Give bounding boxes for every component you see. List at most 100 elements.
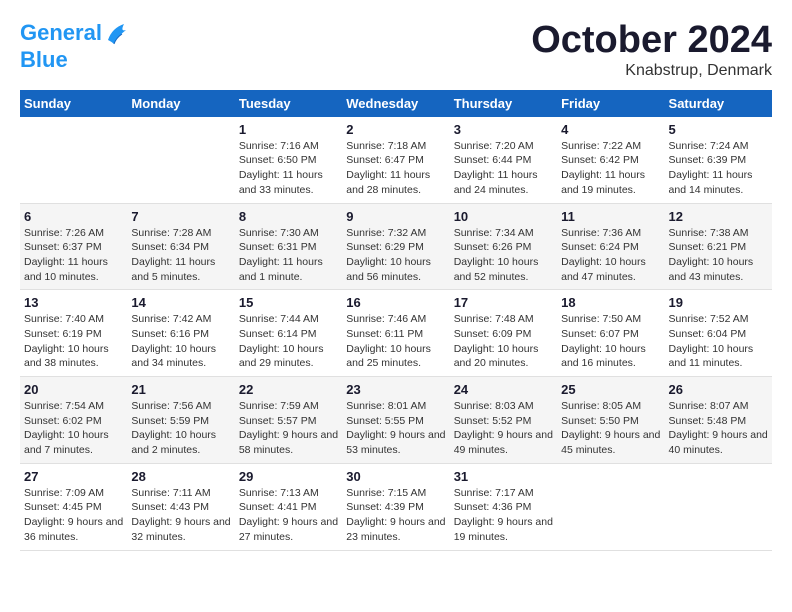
calendar-cell: 6 Sunrise: 7:26 AMSunset: 6:37 PMDaylight… <box>20 203 127 290</box>
logo-general: General <box>20 20 102 45</box>
day-info: Sunrise: 7:28 AMSunset: 6:34 PMDaylight:… <box>131 226 230 285</box>
day-info: Sunrise: 8:03 AMSunset: 5:52 PMDaylight:… <box>454 399 553 458</box>
calendar-cell: 16Sunrise: 7:46 AMSunset: 6:11 PMDayligh… <box>342 290 449 377</box>
day-info: Sunrise: 7:56 AMSunset: 5:59 PMDaylight:… <box>131 399 230 458</box>
day-info: Sunrise: 8:05 AMSunset: 5:50 PMDaylight:… <box>561 399 660 458</box>
day-info: Sunrise: 7:44 AMSunset: 6:14 PMDaylight:… <box>239 312 338 371</box>
calendar-cell: 4 Sunrise: 7:22 AMSunset: 6:42 PMDaylight… <box>557 117 664 203</box>
calendar-week-row: 1 Sunrise: 7:16 AMSunset: 6:50 PMDaylight… <box>20 117 772 203</box>
day-number: 11 <box>561 209 660 224</box>
day-info: Sunrise: 7:30 AMSunset: 6:31 PMDaylight:… <box>239 226 338 285</box>
calendar-week-row: 6 Sunrise: 7:26 AMSunset: 6:37 PMDaylight… <box>20 203 772 290</box>
calendar-cell: 27Sunrise: 7:09 AMSunset: 4:45 PMDayligh… <box>20 463 127 550</box>
header-day-wednesday: Wednesday <box>342 90 449 117</box>
day-info: Sunrise: 7:38 AMSunset: 6:21 PMDaylight:… <box>669 226 768 285</box>
calendar-cell: 21 Sunrise: 7:56 AMSunset: 5:59 PMDayligh… <box>127 377 234 464</box>
day-number: 7 <box>131 209 230 224</box>
day-info: Sunrise: 7:15 AMSunset: 4:39 PMDaylight:… <box>346 486 445 545</box>
day-number: 23 <box>346 382 445 397</box>
day-info: Sunrise: 7:22 AMSunset: 6:42 PMDaylight:… <box>561 139 660 198</box>
title-block: October 2024 Knabstrup, Denmark <box>531 20 772 80</box>
day-number: 18 <box>561 295 660 310</box>
day-number: 15 <box>239 295 338 310</box>
day-number: 10 <box>454 209 553 224</box>
day-number: 31 <box>454 469 553 484</box>
day-number: 22 <box>239 382 338 397</box>
day-number: 21 <box>131 382 230 397</box>
day-number: 19 <box>669 295 768 310</box>
day-number: 17 <box>454 295 553 310</box>
day-number: 29 <box>239 469 338 484</box>
day-number: 5 <box>669 122 768 137</box>
day-number: 8 <box>239 209 338 224</box>
calendar-cell: 7 Sunrise: 7:28 AMSunset: 6:34 PMDaylight… <box>127 203 234 290</box>
day-number: 30 <box>346 469 445 484</box>
calendar-cell: 28Sunrise: 7:11 AMSunset: 4:43 PMDayligh… <box>127 463 234 550</box>
day-info: Sunrise: 7:26 AMSunset: 6:37 PMDaylight:… <box>24 226 123 285</box>
calendar-cell: 12Sunrise: 7:38 AMSunset: 6:21 PMDayligh… <box>665 203 772 290</box>
header-day-monday: Monday <box>127 90 234 117</box>
calendar-cell: 20 Sunrise: 7:54 AMSunset: 6:02 PMDayligh… <box>20 377 127 464</box>
day-info: Sunrise: 7:48 AMSunset: 6:09 PMDaylight:… <box>454 312 553 371</box>
day-info: Sunrise: 7:13 AMSunset: 4:41 PMDaylight:… <box>239 486 338 545</box>
calendar-cell <box>127 117 234 203</box>
calendar-week-row: 27Sunrise: 7:09 AMSunset: 4:45 PMDayligh… <box>20 463 772 550</box>
day-info: Sunrise: 7:09 AMSunset: 4:45 PMDaylight:… <box>24 486 123 545</box>
header-day-thursday: Thursday <box>450 90 557 117</box>
day-info: Sunrise: 7:52 AMSunset: 6:04 PMDaylight:… <box>669 312 768 371</box>
calendar-cell: 8 Sunrise: 7:30 AMSunset: 6:31 PMDaylight… <box>235 203 342 290</box>
day-number: 6 <box>24 209 123 224</box>
day-info: Sunrise: 7:59 AMSunset: 5:57 PMDaylight:… <box>239 399 338 458</box>
day-info: Sunrise: 7:20 AMSunset: 6:44 PMDaylight:… <box>454 139 553 198</box>
day-info: Sunrise: 7:40 AMSunset: 6:19 PMDaylight:… <box>24 312 123 371</box>
day-info: Sunrise: 7:54 AMSunset: 6:02 PMDaylight:… <box>24 399 123 458</box>
day-info: Sunrise: 7:16 AMSunset: 6:50 PMDaylight:… <box>239 139 338 198</box>
header-day-saturday: Saturday <box>665 90 772 117</box>
logo-blue: Blue <box>20 48 132 72</box>
calendar-cell: 30 Sunrise: 7:15 AMSunset: 4:39 PMDayligh… <box>342 463 449 550</box>
day-info: Sunrise: 7:32 AMSunset: 6:29 PMDaylight:… <box>346 226 445 285</box>
calendar-cell: 15 Sunrise: 7:44 AMSunset: 6:14 PMDayligh… <box>235 290 342 377</box>
calendar-week-row: 13 Sunrise: 7:40 AMSunset: 6:19 PMDayligh… <box>20 290 772 377</box>
day-number: 13 <box>24 295 123 310</box>
calendar-header-row: SundayMondayTuesdayWednesdayThursdayFrid… <box>20 90 772 117</box>
day-number: 28 <box>131 469 230 484</box>
calendar-week-row: 20 Sunrise: 7:54 AMSunset: 6:02 PMDayligh… <box>20 377 772 464</box>
calendar-cell: 19 Sunrise: 7:52 AMSunset: 6:04 PMDayligh… <box>665 290 772 377</box>
header-day-sunday: Sunday <box>20 90 127 117</box>
logo: General Blue <box>20 20 132 72</box>
day-number: 4 <box>561 122 660 137</box>
calendar-cell: 3 Sunrise: 7:20 AMSunset: 6:44 PMDaylight… <box>450 117 557 203</box>
day-info: Sunrise: 8:07 AMSunset: 5:48 PMDaylight:… <box>669 399 768 458</box>
calendar-cell: 1 Sunrise: 7:16 AMSunset: 6:50 PMDaylight… <box>235 117 342 203</box>
day-info: Sunrise: 7:18 AMSunset: 6:47 PMDaylight:… <box>346 139 445 198</box>
month-year-title: October 2024 <box>531 20 772 62</box>
calendar-cell: 10Sunrise: 7:34 AMSunset: 6:26 PMDayligh… <box>450 203 557 290</box>
day-number: 9 <box>346 209 445 224</box>
calendar-cell <box>557 463 664 550</box>
day-info: Sunrise: 7:46 AMSunset: 6:11 PMDaylight:… <box>346 312 445 371</box>
calendar-cell: 18Sunrise: 7:50 AMSunset: 6:07 PMDayligh… <box>557 290 664 377</box>
location-subtitle: Knabstrup, Denmark <box>531 62 772 80</box>
day-number: 26 <box>669 382 768 397</box>
calendar-cell: 17 Sunrise: 7:48 AMSunset: 6:09 PMDayligh… <box>450 290 557 377</box>
calendar-cell: 26 Sunrise: 8:07 AMSunset: 5:48 PMDayligh… <box>665 377 772 464</box>
calendar-cell: 14Sunrise: 7:42 AMSunset: 6:16 PMDayligh… <box>127 290 234 377</box>
calendar-cell: 9 Sunrise: 7:32 AMSunset: 6:29 PMDaylight… <box>342 203 449 290</box>
day-number: 25 <box>561 382 660 397</box>
logo-text: General <box>20 20 132 48</box>
day-number: 24 <box>454 382 553 397</box>
day-number: 20 <box>24 382 123 397</box>
calendar-table: SundayMondayTuesdayWednesdayThursdayFrid… <box>20 90 772 551</box>
day-number: 3 <box>454 122 553 137</box>
header-day-tuesday: Tuesday <box>235 90 342 117</box>
day-info: Sunrise: 7:17 AMSunset: 4:36 PMDaylight:… <box>454 486 553 545</box>
day-number: 1 <box>239 122 338 137</box>
calendar-cell: 31 Sunrise: 7:17 AMSunset: 4:36 PMDayligh… <box>450 463 557 550</box>
calendar-cell: 29 Sunrise: 7:13 AMSunset: 4:41 PMDayligh… <box>235 463 342 550</box>
calendar-cell: 23Sunrise: 8:01 AMSunset: 5:55 PMDayligh… <box>342 377 449 464</box>
page-header: General Blue October 2024 Knabstrup, Den… <box>20 20 772 80</box>
calendar-cell: 2 Sunrise: 7:18 AMSunset: 6:47 PMDaylight… <box>342 117 449 203</box>
day-number: 2 <box>346 122 445 137</box>
logo-bird-icon <box>104 20 132 48</box>
